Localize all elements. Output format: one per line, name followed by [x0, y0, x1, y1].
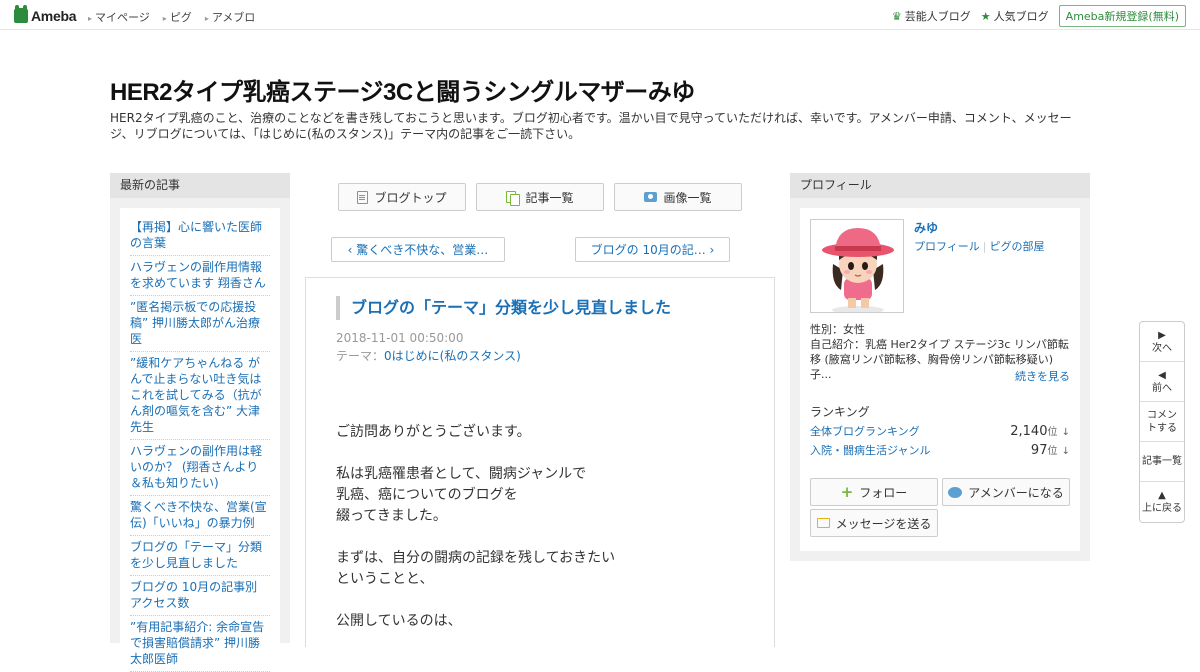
recent-article-link[interactable]: ハラヴェンの副作用は軽いのか？ (翔香さんより＆私も知りたい): [130, 440, 270, 496]
body-paragraph: ご訪問ありがとうございます。: [336, 424, 531, 440]
nav-ameblo[interactable]: ▸ アメブロ: [205, 9, 255, 25]
body-paragraph: 私は乳癌罹患者として、闘病ジャンルで: [336, 466, 587, 482]
ameba-logo-text: Ameba: [31, 7, 77, 24]
body-paragraph: まずは、自分の闘病の記録を残しておきたい: [336, 550, 616, 566]
body-paragraph: 綴ってきました。: [336, 508, 447, 524]
ranking-heading: ランキング: [810, 405, 870, 419]
entry-title[interactable]: ブログの「テーマ」分類を少し見直しました: [336, 296, 671, 320]
prev-article-button[interactable]: ‹ 驚くべき不快な、営業…: [331, 237, 505, 262]
chevron-right-icon: ▸: [88, 14, 93, 23]
floating-side-nav: ▶ 次へ ◀ 前へ コメントする 記事一覧 ▲ 上に戻る: [1139, 321, 1185, 523]
recent-article-link[interactable]: ブログの 10月の記事別 アクセス数: [130, 576, 270, 616]
blog-title[interactable]: HER2タイプ乳癌ステージ3Cと闘うシングルマザーみゆ: [110, 72, 695, 107]
entry-date: 2018-11-01 00:50:00: [336, 331, 464, 345]
blog-description: HER2タイプ乳癌のこと、治療のことなどを書き残しておこうと思います。ブログ初心…: [110, 111, 1072, 141]
profile-box: みゆ プロフィール | ピグの部屋 性別：女性 自己紹介：乳癌 Her2タイプ ステ…: [800, 208, 1080, 551]
entry-body: ご訪問ありがとうございます。 私は乳癌罹患者として、闘病ジャンルで 乳癌、癌につ…: [336, 422, 615, 632]
side-prev-button[interactable]: ◀ 前へ: [1140, 362, 1184, 402]
article: ブログの「テーマ」分類を少し見直しました 2018-11-01 00:50:00…: [305, 277, 775, 647]
speech-bubble-icon: [948, 486, 963, 498]
read-more-link[interactable]: 続きを見る: [1015, 368, 1070, 384]
recent-article-link[interactable]: ”緩和ケアちゃんねる がんで止まらない吐き気はこれを試してみる（抗がん剤の嘔気を…: [130, 352, 270, 440]
triangle-up-icon: ▲: [1158, 490, 1166, 501]
triangle-right-icon: ▶: [1158, 329, 1166, 341]
profile-name[interactable]: みゆ: [914, 219, 938, 236]
side-top-button[interactable]: ▲ 上に戻る: [1140, 482, 1184, 522]
plus-icon: +: [840, 483, 854, 501]
global-header: Ameba ▸ マイページ ▸ ピグ ▸ アメブロ ♛ 芸能人ブログ ★ 人気ブログ Am…: [0, 0, 1200, 30]
mail-icon: [816, 518, 830, 528]
star-icon: ★: [980, 9, 991, 23]
side-comment-button[interactable]: コメントする: [1140, 402, 1184, 442]
profile-gender: 性別：女性: [810, 323, 865, 336]
crown-icon: ♛: [891, 9, 902, 23]
header-right: ♛ 芸能人ブログ ★ 人気ブログ Ameba新規登録(無料): [892, 5, 1186, 27]
recent-articles-panel: 最新の記事 【再掲】心に響いた医師の言葉 ハラヴェンの副作用情報を求めています …: [110, 173, 290, 672]
ameba-logo[interactable]: Ameba: [14, 5, 77, 24]
nav-pigg[interactable]: ▸ ピグ: [163, 9, 192, 25]
down-arrow-icon: ↓: [1061, 427, 1070, 438]
recent-article-link[interactable]: ハラヴェンの副作用情報を求めています 翔香さん: [130, 256, 270, 296]
body-paragraph: 乳癌、癌についてのブログを: [336, 487, 518, 503]
document-icon: [357, 190, 369, 204]
side-article-list-button[interactable]: 記事一覧: [1140, 442, 1184, 482]
recent-article-link[interactable]: ”匿名掲示板での応援投稿” 押川勝太郎がん治療医: [130, 296, 270, 352]
ranking-name[interactable]: 入院・闘病生活ジャンル: [810, 442, 930, 458]
blog-top-button[interactable]: ブログトップ: [338, 183, 466, 211]
popular-blog-link[interactable]: ★ 人気ブログ: [981, 8, 1049, 24]
down-arrow-icon: ↓: [1061, 446, 1070, 457]
ameba-logo-icon: [14, 5, 28, 23]
ranking-row: 全体ブログランキング 2,140位 ↓: [810, 423, 1070, 439]
camera-icon: [644, 192, 658, 202]
recent-article-link[interactable]: 【再掲】心に響いた医師の言葉: [130, 216, 270, 256]
recent-articles-list: 【再掲】心に響いた医師の言葉 ハラヴェンの副作用情報を求めています 翔香さん ”…: [120, 208, 280, 672]
profile-heading: プロフィール: [790, 173, 1090, 198]
amember-button[interactable]: アメンバーになる: [942, 478, 1070, 506]
recent-article-link[interactable]: 驚くべき不快な、営業(宣伝)「いいね」の暴力例: [130, 496, 270, 536]
recent-article-link[interactable]: ”有用記事紹介: 余命宣告で損害賠償請求” 押川勝太郎医師: [130, 616, 270, 672]
chevron-right-icon: ›: [705, 242, 715, 257]
entry-theme-link[interactable]: 0はじめに(私のスタンス): [384, 349, 521, 363]
avatar-illustration: [811, 220, 903, 312]
article-list-button[interactable]: 記事一覧: [476, 183, 604, 211]
side-next-button[interactable]: ▶ 次へ: [1140, 322, 1184, 362]
recent-article-link[interactable]: ブログの「テーマ」分類を少し見直しました: [130, 536, 270, 576]
chevron-right-icon: ▸: [204, 14, 209, 23]
avatar[interactable]: [810, 219, 904, 313]
recent-articles-heading: 最新の記事: [110, 173, 290, 198]
image-list-button[interactable]: 画像一覧: [614, 183, 742, 211]
signup-button[interactable]: Ameba新規登録(無料): [1058, 5, 1186, 27]
follow-button[interactable]: + フォロー: [810, 478, 938, 506]
body-paragraph: 公開しているのは、: [336, 613, 462, 629]
body-paragraph: ということと、: [336, 571, 434, 587]
chevron-right-icon: ▸: [162, 14, 167, 23]
ranking-name[interactable]: 全体ブログランキング: [810, 423, 920, 439]
entry-theme: テーマ：0はじめに(私のスタンス): [336, 349, 521, 363]
nav-mypage[interactable]: ▸ マイページ: [88, 9, 150, 25]
global-nav: ▸ マイページ ▸ ピグ ▸ アメブロ: [88, 9, 255, 25]
triangle-left-icon: ◀: [1158, 369, 1166, 381]
send-message-button[interactable]: メッセージを送る: [810, 509, 938, 537]
celebrity-blog-link[interactable]: ♛ 芸能人ブログ: [892, 8, 971, 24]
profile-link[interactable]: プロフィール: [914, 240, 980, 253]
profile-links: プロフィール | ピグの部屋: [914, 240, 1045, 253]
article-list-icon: [506, 190, 521, 206]
pigg-room-link[interactable]: ピグの部屋: [990, 240, 1045, 253]
profile-panel: プロフィール みゆ プロフィール | ピグの部屋 性別：女性 自己紹介：乳癌 H…: [790, 173, 1090, 561]
chevron-left-icon: ‹: [347, 242, 357, 257]
blog-nav-buttons: ブログトップ 記事一覧 画像一覧: [338, 183, 742, 211]
next-article-button[interactable]: ブログの 10月の記… ›: [575, 237, 730, 262]
ranking-row: 入院・闘病生活ジャンル 97位 ↓: [810, 442, 1070, 458]
